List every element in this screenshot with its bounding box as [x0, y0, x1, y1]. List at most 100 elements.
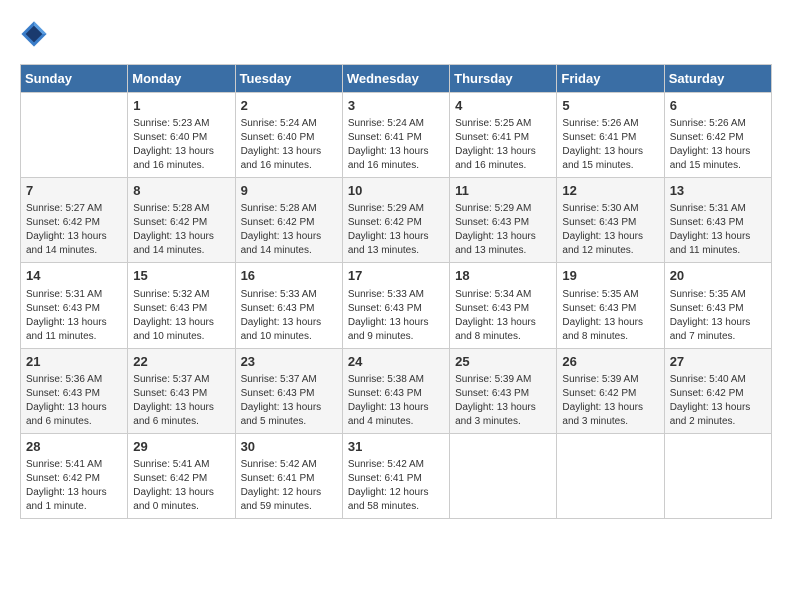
calendar-cell: 28Sunrise: 5:41 AM Sunset: 6:42 PM Dayli…	[21, 433, 128, 518]
day-number: 19	[562, 267, 658, 285]
day-number: 16	[241, 267, 337, 285]
header-saturday: Saturday	[664, 65, 771, 93]
calendar-header-row: SundayMondayTuesdayWednesdayThursdayFrid…	[21, 65, 772, 93]
day-number: 31	[348, 438, 444, 456]
day-number: 1	[133, 97, 229, 115]
calendar-cell: 18Sunrise: 5:34 AM Sunset: 6:43 PM Dayli…	[450, 263, 557, 348]
calendar-week-2: 7 Sunrise: 5:27 AM Sunset: 6:42 PM Daylig…	[21, 178, 772, 263]
day-number: 25	[455, 353, 551, 371]
header-friday: Friday	[557, 65, 664, 93]
calendar-week-5: 28Sunrise: 5:41 AM Sunset: 6:42 PM Dayli…	[21, 433, 772, 518]
calendar-week-4: 21 Sunrise: 5:36 AM Sunset: 6:43 PM Dayli…	[21, 348, 772, 433]
calendar-cell	[21, 93, 128, 178]
header-monday: Monday	[128, 65, 235, 93]
calendar-cell: 24 Sunrise: 5:38 AM Sunset: 6:43 PM Dayli…	[342, 348, 449, 433]
day-info: Sunrise: 5:24 AM Sunset: 6:40 PM Dayligh…	[241, 117, 337, 173]
day-info: Sunrise: 5:33 AM Sunset: 6:43 PM Dayligh…	[241, 288, 337, 344]
calendar-cell: 11Sunrise: 5:29 AM Sunset: 6:43 PM Dayli…	[450, 178, 557, 263]
day-number: 15	[133, 267, 229, 285]
day-info: Sunrise: 5:40 AM Sunset: 6:42 PM Dayligh…	[670, 373, 766, 429]
day-number: 14	[26, 267, 122, 285]
day-info: Sunrise: 5:39 AM Sunset: 6:43 PM Dayligh…	[455, 373, 551, 429]
calendar-cell: 14 Sunrise: 5:31 AM Sunset: 6:43 PM Dayli…	[21, 263, 128, 348]
calendar-cell: 15 Sunrise: 5:32 AM Sunset: 6:43 PM Dayli…	[128, 263, 235, 348]
day-number: 11	[455, 182, 551, 200]
calendar-cell: 20 Sunrise: 5:35 AM Sunset: 6:43 PM Dayli…	[664, 263, 771, 348]
day-number: 12	[562, 182, 658, 200]
day-info: Sunrise: 5:31 AM Sunset: 6:43 PM Dayligh…	[670, 202, 766, 258]
day-info: Sunrise: 5:32 AM Sunset: 6:43 PM Dayligh…	[133, 288, 229, 344]
day-number: 27	[670, 353, 766, 371]
day-info: Sunrise: 5:33 AM Sunset: 6:43 PM Dayligh…	[348, 288, 444, 344]
header-thursday: Thursday	[450, 65, 557, 93]
calendar-cell: 3 Sunrise: 5:24 AM Sunset: 6:41 PM Daylig…	[342, 93, 449, 178]
calendar-cell: 26 Sunrise: 5:39 AM Sunset: 6:42 PM Dayli…	[557, 348, 664, 433]
day-number: 7	[26, 182, 122, 200]
day-info: Sunrise: 5:26 AM Sunset: 6:42 PM Dayligh…	[670, 117, 766, 173]
day-number: 13	[670, 182, 766, 200]
day-number: 20	[670, 267, 766, 285]
calendar-cell: 10 Sunrise: 5:29 AM Sunset: 6:42 PM Dayli…	[342, 178, 449, 263]
calendar-cell: 21 Sunrise: 5:36 AM Sunset: 6:43 PM Dayli…	[21, 348, 128, 433]
day-info: Sunrise: 5:24 AM Sunset: 6:41 PM Dayligh…	[348, 117, 444, 173]
day-info: Sunrise: 5:42 AM Sunset: 6:41 PM Dayligh…	[348, 458, 444, 514]
day-info: Sunrise: 5:36 AM Sunset: 6:43 PM Dayligh…	[26, 373, 122, 429]
calendar-cell: 16 Sunrise: 5:33 AM Sunset: 6:43 PM Dayli…	[235, 263, 342, 348]
calendar-cell: 13 Sunrise: 5:31 AM Sunset: 6:43 PM Dayli…	[664, 178, 771, 263]
day-number: 21	[26, 353, 122, 371]
day-number: 10	[348, 182, 444, 200]
calendar-cell	[557, 433, 664, 518]
header-wednesday: Wednesday	[342, 65, 449, 93]
calendar-cell: 30Sunrise: 5:42 AM Sunset: 6:41 PM Dayli…	[235, 433, 342, 518]
calendar-cell: 22 Sunrise: 5:37 AM Sunset: 6:43 PM Dayli…	[128, 348, 235, 433]
calendar-cell: 7 Sunrise: 5:27 AM Sunset: 6:42 PM Daylig…	[21, 178, 128, 263]
day-number: 30	[241, 438, 337, 456]
day-info: Sunrise: 5:27 AM Sunset: 6:42 PM Dayligh…	[26, 202, 122, 258]
calendar-cell: 29Sunrise: 5:41 AM Sunset: 6:42 PM Dayli…	[128, 433, 235, 518]
calendar-cell: 9 Sunrise: 5:28 AM Sunset: 6:42 PM Daylig…	[235, 178, 342, 263]
logo-icon	[20, 20, 48, 48]
day-info: Sunrise: 5:30 AM Sunset: 6:43 PM Dayligh…	[562, 202, 658, 258]
day-info: Sunrise: 5:38 AM Sunset: 6:43 PM Dayligh…	[348, 373, 444, 429]
day-info: Sunrise: 5:37 AM Sunset: 6:43 PM Dayligh…	[241, 373, 337, 429]
calendar-cell: 4 Sunrise: 5:25 AM Sunset: 6:41 PM Daylig…	[450, 93, 557, 178]
calendar-cell	[664, 433, 771, 518]
day-number: 28	[26, 438, 122, 456]
day-info: Sunrise: 5:35 AM Sunset: 6:43 PM Dayligh…	[562, 288, 658, 344]
calendar-cell: 17 Sunrise: 5:33 AM Sunset: 6:43 PM Dayli…	[342, 263, 449, 348]
logo	[20, 20, 52, 48]
day-info: Sunrise: 5:26 AM Sunset: 6:41 PM Dayligh…	[562, 117, 658, 173]
day-info: Sunrise: 5:35 AM Sunset: 6:43 PM Dayligh…	[670, 288, 766, 344]
day-info: Sunrise: 5:39 AM Sunset: 6:42 PM Dayligh…	[562, 373, 658, 429]
calendar-cell: 12 Sunrise: 5:30 AM Sunset: 6:43 PM Dayli…	[557, 178, 664, 263]
calendar-cell: 5 Sunrise: 5:26 AM Sunset: 6:41 PM Daylig…	[557, 93, 664, 178]
header-tuesday: Tuesday	[235, 65, 342, 93]
calendar-cell: 6 Sunrise: 5:26 AM Sunset: 6:42 PM Daylig…	[664, 93, 771, 178]
calendar-table: SundayMondayTuesdayWednesdayThursdayFrid…	[20, 64, 772, 519]
day-info: Sunrise: 5:37 AM Sunset: 6:43 PM Dayligh…	[133, 373, 229, 429]
day-info: Sunrise: 5:31 AM Sunset: 6:43 PM Dayligh…	[26, 288, 122, 344]
calendar-week-1: 1 Sunrise: 5:23 AM Sunset: 6:40 PM Daylig…	[21, 93, 772, 178]
day-info: Sunrise: 5:28 AM Sunset: 6:42 PM Dayligh…	[241, 202, 337, 258]
day-info: Sunrise: 5:23 AM Sunset: 6:40 PM Dayligh…	[133, 117, 229, 173]
calendar-week-3: 14 Sunrise: 5:31 AM Sunset: 6:43 PM Dayli…	[21, 263, 772, 348]
day-number: 3	[348, 97, 444, 115]
day-number: 9	[241, 182, 337, 200]
calendar-cell: 2Sunrise: 5:24 AM Sunset: 6:40 PM Daylig…	[235, 93, 342, 178]
day-number: 23	[241, 353, 337, 371]
day-number: 5	[562, 97, 658, 115]
calendar-cell: 25 Sunrise: 5:39 AM Sunset: 6:43 PM Dayli…	[450, 348, 557, 433]
day-number: 6	[670, 97, 766, 115]
day-number: 17	[348, 267, 444, 285]
day-number: 24	[348, 353, 444, 371]
calendar-cell: 8Sunrise: 5:28 AM Sunset: 6:42 PM Daylig…	[128, 178, 235, 263]
day-info: Sunrise: 5:29 AM Sunset: 6:42 PM Dayligh…	[348, 202, 444, 258]
calendar-cell: 23 Sunrise: 5:37 AM Sunset: 6:43 PM Dayli…	[235, 348, 342, 433]
calendar-cell: 19 Sunrise: 5:35 AM Sunset: 6:43 PM Dayli…	[557, 263, 664, 348]
day-number: 22	[133, 353, 229, 371]
calendar-cell	[450, 433, 557, 518]
calendar-cell: 31 Sunrise: 5:42 AM Sunset: 6:41 PM Dayli…	[342, 433, 449, 518]
day-info: Sunrise: 5:25 AM Sunset: 6:41 PM Dayligh…	[455, 117, 551, 173]
day-number: 4	[455, 97, 551, 115]
day-number: 26	[562, 353, 658, 371]
